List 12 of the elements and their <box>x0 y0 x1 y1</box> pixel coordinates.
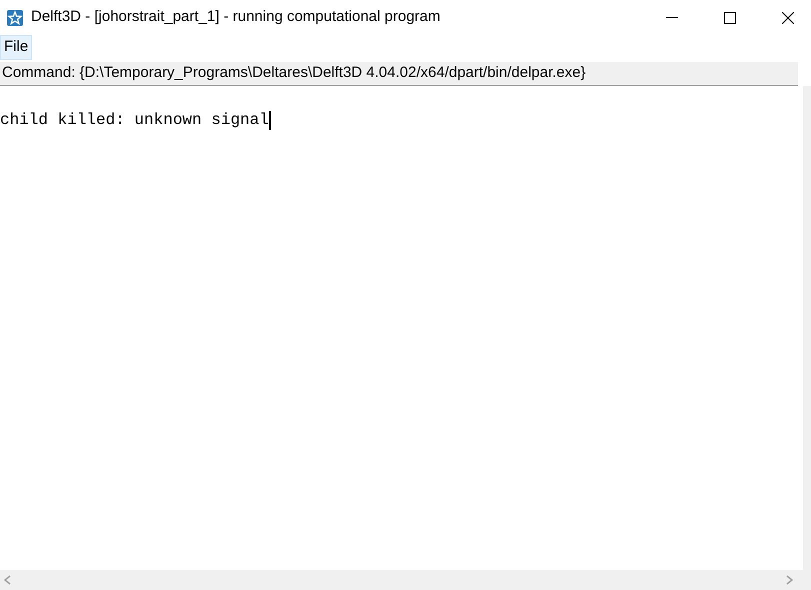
scroll-right-icon[interactable] <box>786 575 793 585</box>
scroll-left-icon[interactable] <box>4 575 11 585</box>
command-label: Command: {D:\Temporary_Programs\Deltares\Delft3D 4.04.02/x64/dpart/bin/delpar.exe} <box>2 63 586 84</box>
minimize-icon <box>666 16 678 18</box>
text-cursor <box>268 110 271 130</box>
app-logo-icon <box>7 10 23 26</box>
close-icon <box>782 12 794 24</box>
output-line: child killed: unknown signal <box>0 110 269 131</box>
window-title: Delft3D - [johorstrait_part_1] - running computational program <box>31 7 440 28</box>
menu-item[interactable]: File <box>0 35 32 60</box>
maximize-icon <box>724 12 736 24</box>
horizontal-scrollbar[interactable] <box>0 570 811 590</box>
